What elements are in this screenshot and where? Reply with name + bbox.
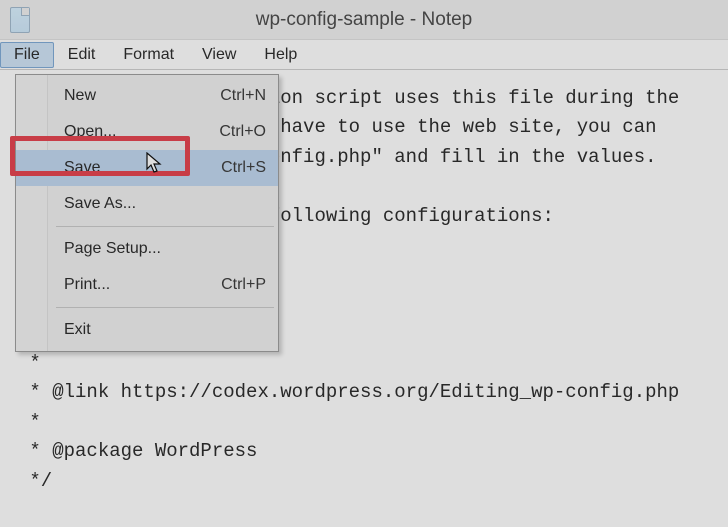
- window-title: wp-config-sample - Notep: [0, 9, 728, 31]
- menu-item-shortcut: Ctrl+O: [219, 123, 266, 141]
- menu-item-open[interactable]: Open... Ctrl+O: [16, 114, 278, 150]
- menubar: File Edit Format View Help: [0, 40, 728, 70]
- menu-item-print[interactable]: Print... Ctrl+P: [16, 267, 278, 303]
- menu-item-new[interactable]: New Ctrl+N: [16, 78, 278, 114]
- menu-item-label: Save: [64, 159, 100, 177]
- menu-item-save-as[interactable]: Save As...: [16, 186, 278, 222]
- menu-help[interactable]: Help: [250, 42, 311, 68]
- menu-edit[interactable]: Edit: [54, 42, 110, 68]
- notepad-app-icon: [10, 7, 30, 33]
- menu-separator: [56, 307, 274, 308]
- menu-format[interactable]: Format: [109, 42, 188, 68]
- menu-item-exit[interactable]: Exit: [16, 312, 278, 348]
- menu-item-page-setup[interactable]: Page Setup...: [16, 231, 278, 267]
- menu-item-save[interactable]: Save Ctrl+S: [16, 150, 278, 186]
- menu-item-shortcut: Ctrl+N: [220, 87, 266, 105]
- menu-item-label: New: [64, 87, 96, 105]
- menu-item-label: Exit: [64, 321, 91, 339]
- menu-file[interactable]: File: [0, 42, 54, 68]
- titlebar: wp-config-sample - Notep: [0, 0, 728, 40]
- menu-item-shortcut: Ctrl+S: [221, 159, 266, 177]
- menu-item-label: Print...: [64, 276, 110, 294]
- menu-item-shortcut: Ctrl+P: [221, 276, 266, 294]
- menu-item-label: Save As...: [64, 195, 136, 213]
- menu-view[interactable]: View: [188, 42, 250, 68]
- file-menu-dropdown: New Ctrl+N Open... Ctrl+O Save Ctrl+S Sa…: [15, 74, 279, 352]
- menu-separator: [56, 226, 274, 227]
- menu-item-label: Page Setup...: [64, 240, 161, 258]
- menu-item-label: Open...: [64, 123, 116, 141]
